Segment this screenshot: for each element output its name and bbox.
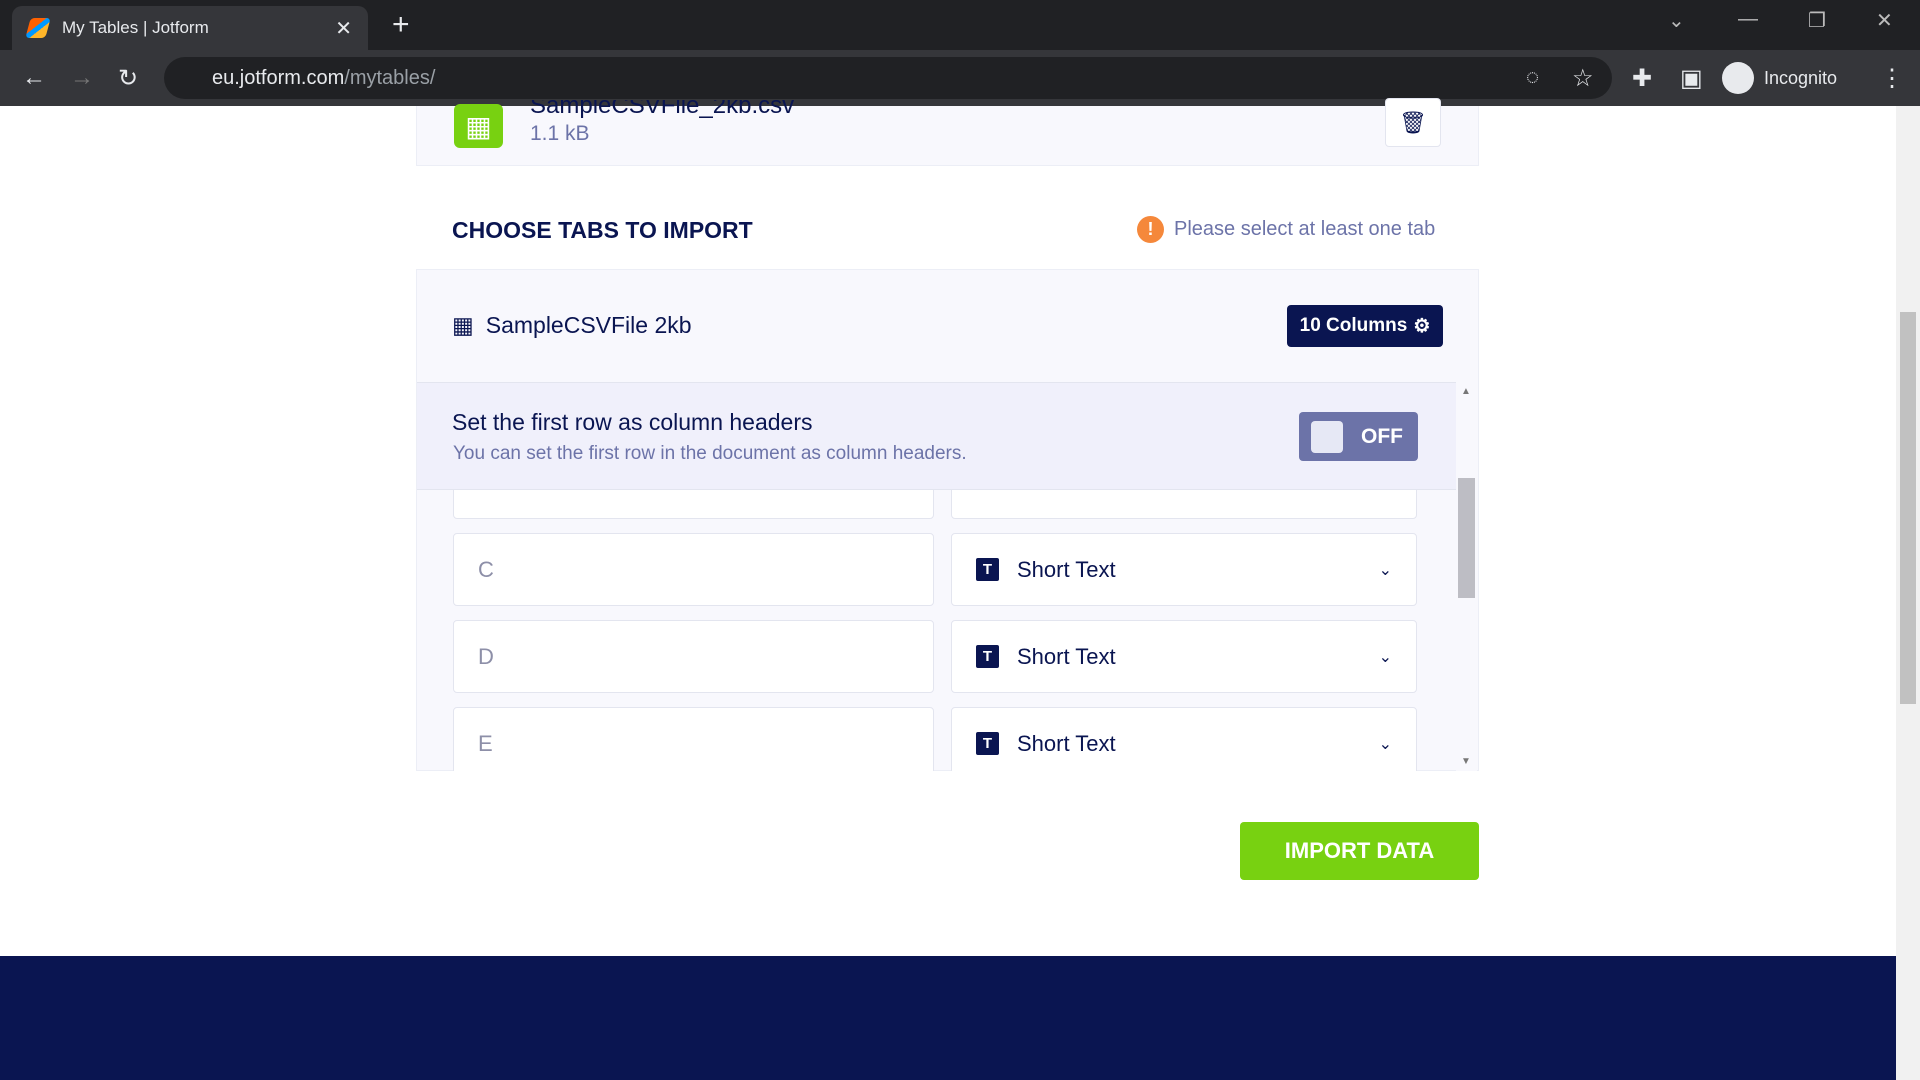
jotform-logo-icon [25, 18, 51, 38]
browser-tab-bar: My Tables | Jotform ✕ + ⌄ — ❐ ✕ [0, 0, 1920, 50]
url-path: /mytables/ [344, 66, 436, 89]
column-name-input[interactable]: D [453, 620, 934, 693]
delete-file-button[interactable]: 🗑 [1385, 98, 1441, 147]
footer [0, 956, 1896, 1080]
columns-button-label: 10 Columns [1299, 315, 1408, 336]
tab-name-label: SampleCSVFile 2kb [485, 312, 692, 338]
url-host: eu.jotform.com [212, 66, 345, 89]
menu-icon[interactable]: ⋮ [1880, 64, 1904, 93]
close-tab-icon[interactable]: ✕ [335, 16, 352, 41]
tab-search-icon[interactable]: ⌄ [1668, 8, 1685, 33]
reload-icon[interactable]: ↻ [118, 64, 138, 93]
new-tab-icon[interactable]: + [392, 8, 410, 42]
column-type: Short Text [1017, 643, 1116, 669]
column-name: E [478, 730, 493, 756]
option-title: Set the first row as column headers [452, 409, 813, 435]
warning-icon: ! [1137, 216, 1164, 243]
side-panel-icon[interactable]: ▣ [1680, 64, 1703, 93]
chevron-down-icon: ⌄ [1378, 561, 1392, 579]
column-type: Short Text [1017, 556, 1116, 582]
column-type: Short Text [1017, 730, 1116, 756]
column-name-input[interactable]: C [453, 533, 934, 606]
column-type-select[interactable]: T Short Text ⌄ [951, 533, 1417, 606]
warning-message: ! Please select at least one tab [1137, 216, 1435, 243]
scrollbar-thumb[interactable] [1458, 478, 1475, 598]
close-window-icon[interactable]: ✕ [1876, 8, 1893, 33]
back-icon[interactable]: ← [22, 64, 46, 92]
header-toggle[interactable]: OFF [1299, 412, 1418, 461]
restore-icon[interactable]: ❐ [1808, 8, 1826, 33]
eye-off-icon[interactable]: ◌ [1526, 64, 1539, 90]
column-name: D [478, 643, 494, 669]
page-scrollbar[interactable] [1896, 106, 1920, 1080]
trash-icon: 🗑 [1399, 109, 1427, 135]
first-row-header-option: Set the first row as column headers You … [417, 382, 1457, 490]
file-size: 1.1 kB [530, 122, 590, 145]
column-type-select[interactable]: T Short Text ⌄ [951, 707, 1417, 771]
column-type-select[interactable]: T Short Text ⌄ [951, 620, 1417, 693]
profile-button[interactable]: Incognito [1722, 58, 1837, 98]
gear-icon: ⚙ [1413, 315, 1431, 337]
import-data-button[interactable]: IMPORT DATA [1240, 822, 1479, 880]
minimize-icon[interactable]: — [1738, 8, 1758, 31]
address-toolbar: ← → ↻ eu.jotform.com/mytables/ ◌ ☆ ✚ ▣ I… [0, 50, 1920, 106]
toggle-label: OFF [1361, 424, 1403, 448]
toggle-knob [1311, 420, 1343, 453]
incognito-icon [1722, 62, 1754, 94]
forward-icon[interactable]: → [70, 64, 94, 92]
browser-tab[interactable]: My Tables | Jotform ✕ [12, 6, 368, 50]
option-subtitle: You can set the first row in the documen… [453, 443, 967, 464]
spreadsheet-icon: ▦ [454, 104, 503, 148]
columns-scrollbar[interactable]: ▲ ▼ [1456, 382, 1477, 771]
profile-label: Incognito [1764, 67, 1838, 88]
text-type-icon: T [976, 732, 999, 755]
text-type-icon: T [976, 558, 999, 581]
extensions-icon[interactable]: ✚ [1632, 64, 1652, 93]
warning-text: Please select at least one tab [1174, 218, 1436, 240]
column-name: C [478, 556, 494, 582]
section-title: CHOOSE TABS TO IMPORT [452, 217, 753, 243]
chevron-down-icon: ⌄ [1378, 735, 1392, 753]
url-bar[interactable]: eu.jotform.com/mytables/ [164, 57, 1612, 99]
columns-button[interactable]: 10 Columns ⚙ [1287, 305, 1443, 347]
tab-name: ▦ SampleCSVFile 2kb [452, 312, 692, 339]
column-name-input[interactable]: E [453, 707, 934, 771]
tab-title: My Tables | Jotform [62, 18, 209, 37]
chevron-down-icon: ⌄ [1378, 648, 1392, 666]
page-scrollbar-thumb[interactable] [1900, 312, 1916, 704]
clip: E T Short Text ⌄ [417, 707, 1457, 771]
table-icon: ▦ [452, 312, 474, 338]
text-type-icon: T [976, 645, 999, 668]
star-icon[interactable]: ☆ [1572, 64, 1594, 93]
